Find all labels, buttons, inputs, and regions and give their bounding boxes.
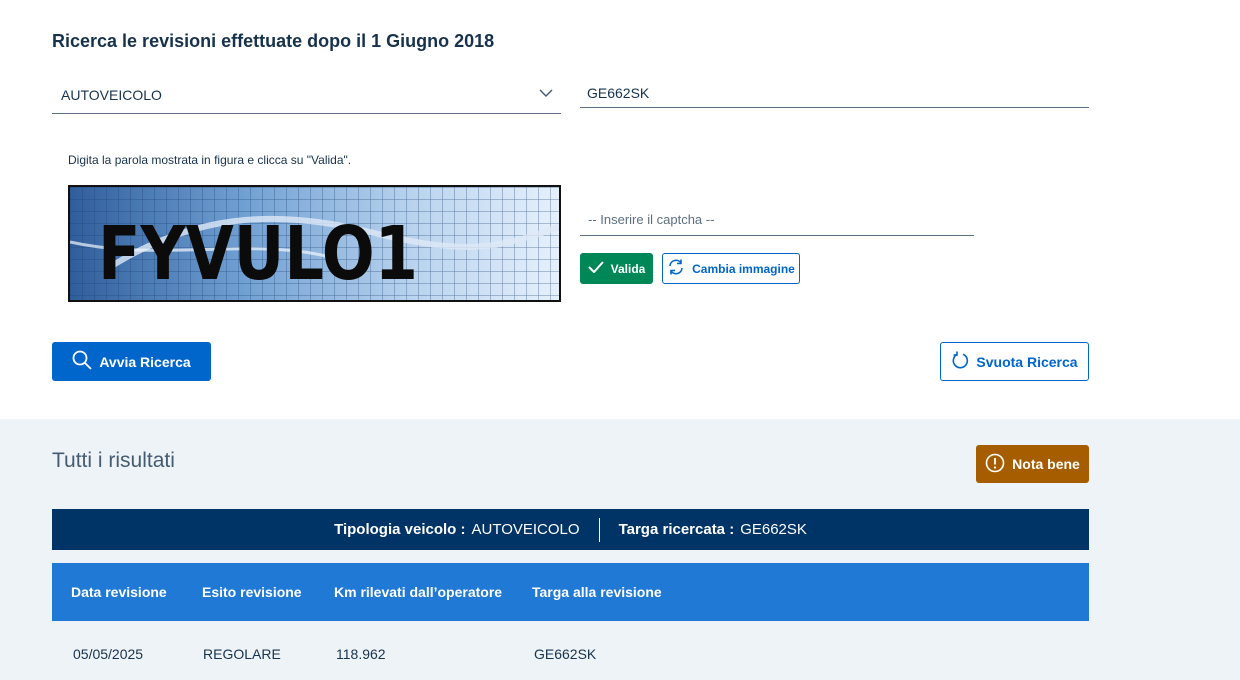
summary-plate-value: GE662SK (740, 521, 807, 538)
note-button[interactable]: Nota bene (976, 445, 1089, 483)
clear-search-button[interactable]: Svuota Ricerca (940, 342, 1089, 381)
start-search-button[interactable]: Avvia Ricerca (52, 342, 211, 381)
clear-search-label: Svuota Ricerca (976, 353, 1078, 370)
column-header-date: Data revisione (71, 584, 167, 600)
summary-plate-label: Targa ricercata : (618, 521, 735, 538)
change-image-button[interactable]: Cambia immagine (662, 253, 800, 284)
alert-circle-icon (985, 453, 1005, 476)
captcha-image-text: FYVULO1 (98, 211, 418, 297)
table-row: 05/05/2025 REGOLARE 118.962 GE662SK (52, 621, 1089, 680)
start-search-label: Avvia Ricerca (99, 353, 191, 370)
results-table-header: Data revisione Esito revisione Km rileva… (52, 563, 1089, 621)
check-icon (587, 261, 604, 276)
refresh-icon (667, 258, 685, 279)
vehicle-type-value: AUTOVEICOLO (61, 87, 162, 103)
cell-km: 118.962 (336, 646, 386, 662)
reset-icon (951, 351, 969, 372)
cell-outcome: REGOLARE (203, 646, 281, 662)
validate-label: Valida (610, 261, 646, 276)
page-title: Ricerca le revisioni effettuate dopo il … (52, 31, 495, 51)
column-header-plate: Targa alla revisione (532, 584, 662, 600)
search-summary-bar: Tipologia veicolo : AUTOVEICOLO Targa ri… (52, 509, 1089, 550)
captcha-input[interactable] (580, 204, 974, 236)
summary-type-value: AUTOVEICOLO (471, 521, 580, 538)
cell-date: 05/05/2025 (73, 646, 144, 662)
column-header-outcome: Esito revisione (202, 584, 302, 600)
chevron-down-icon (539, 86, 553, 105)
note-label: Nota bene (1012, 456, 1080, 472)
vehicle-type-select[interactable]: AUTOVEICOLO (52, 78, 561, 114)
summary-divider (598, 517, 600, 542)
column-header-km: Km rilevati dall’operatore (334, 584, 503, 600)
captcha-hint: Digita la parola mostrata in figura e cl… (68, 153, 352, 167)
captcha-image: FYVULO1 (68, 185, 561, 302)
cell-plate: GE662SK (534, 646, 597, 662)
plate-input[interactable] (580, 78, 1089, 108)
results-title: Tutti i risultati (52, 449, 175, 472)
change-image-label: Cambia immagine (692, 261, 795, 276)
search-icon (72, 350, 92, 373)
validate-button[interactable]: Valida (580, 253, 653, 284)
summary-type-label: Tipologia veicolo : (334, 521, 466, 538)
